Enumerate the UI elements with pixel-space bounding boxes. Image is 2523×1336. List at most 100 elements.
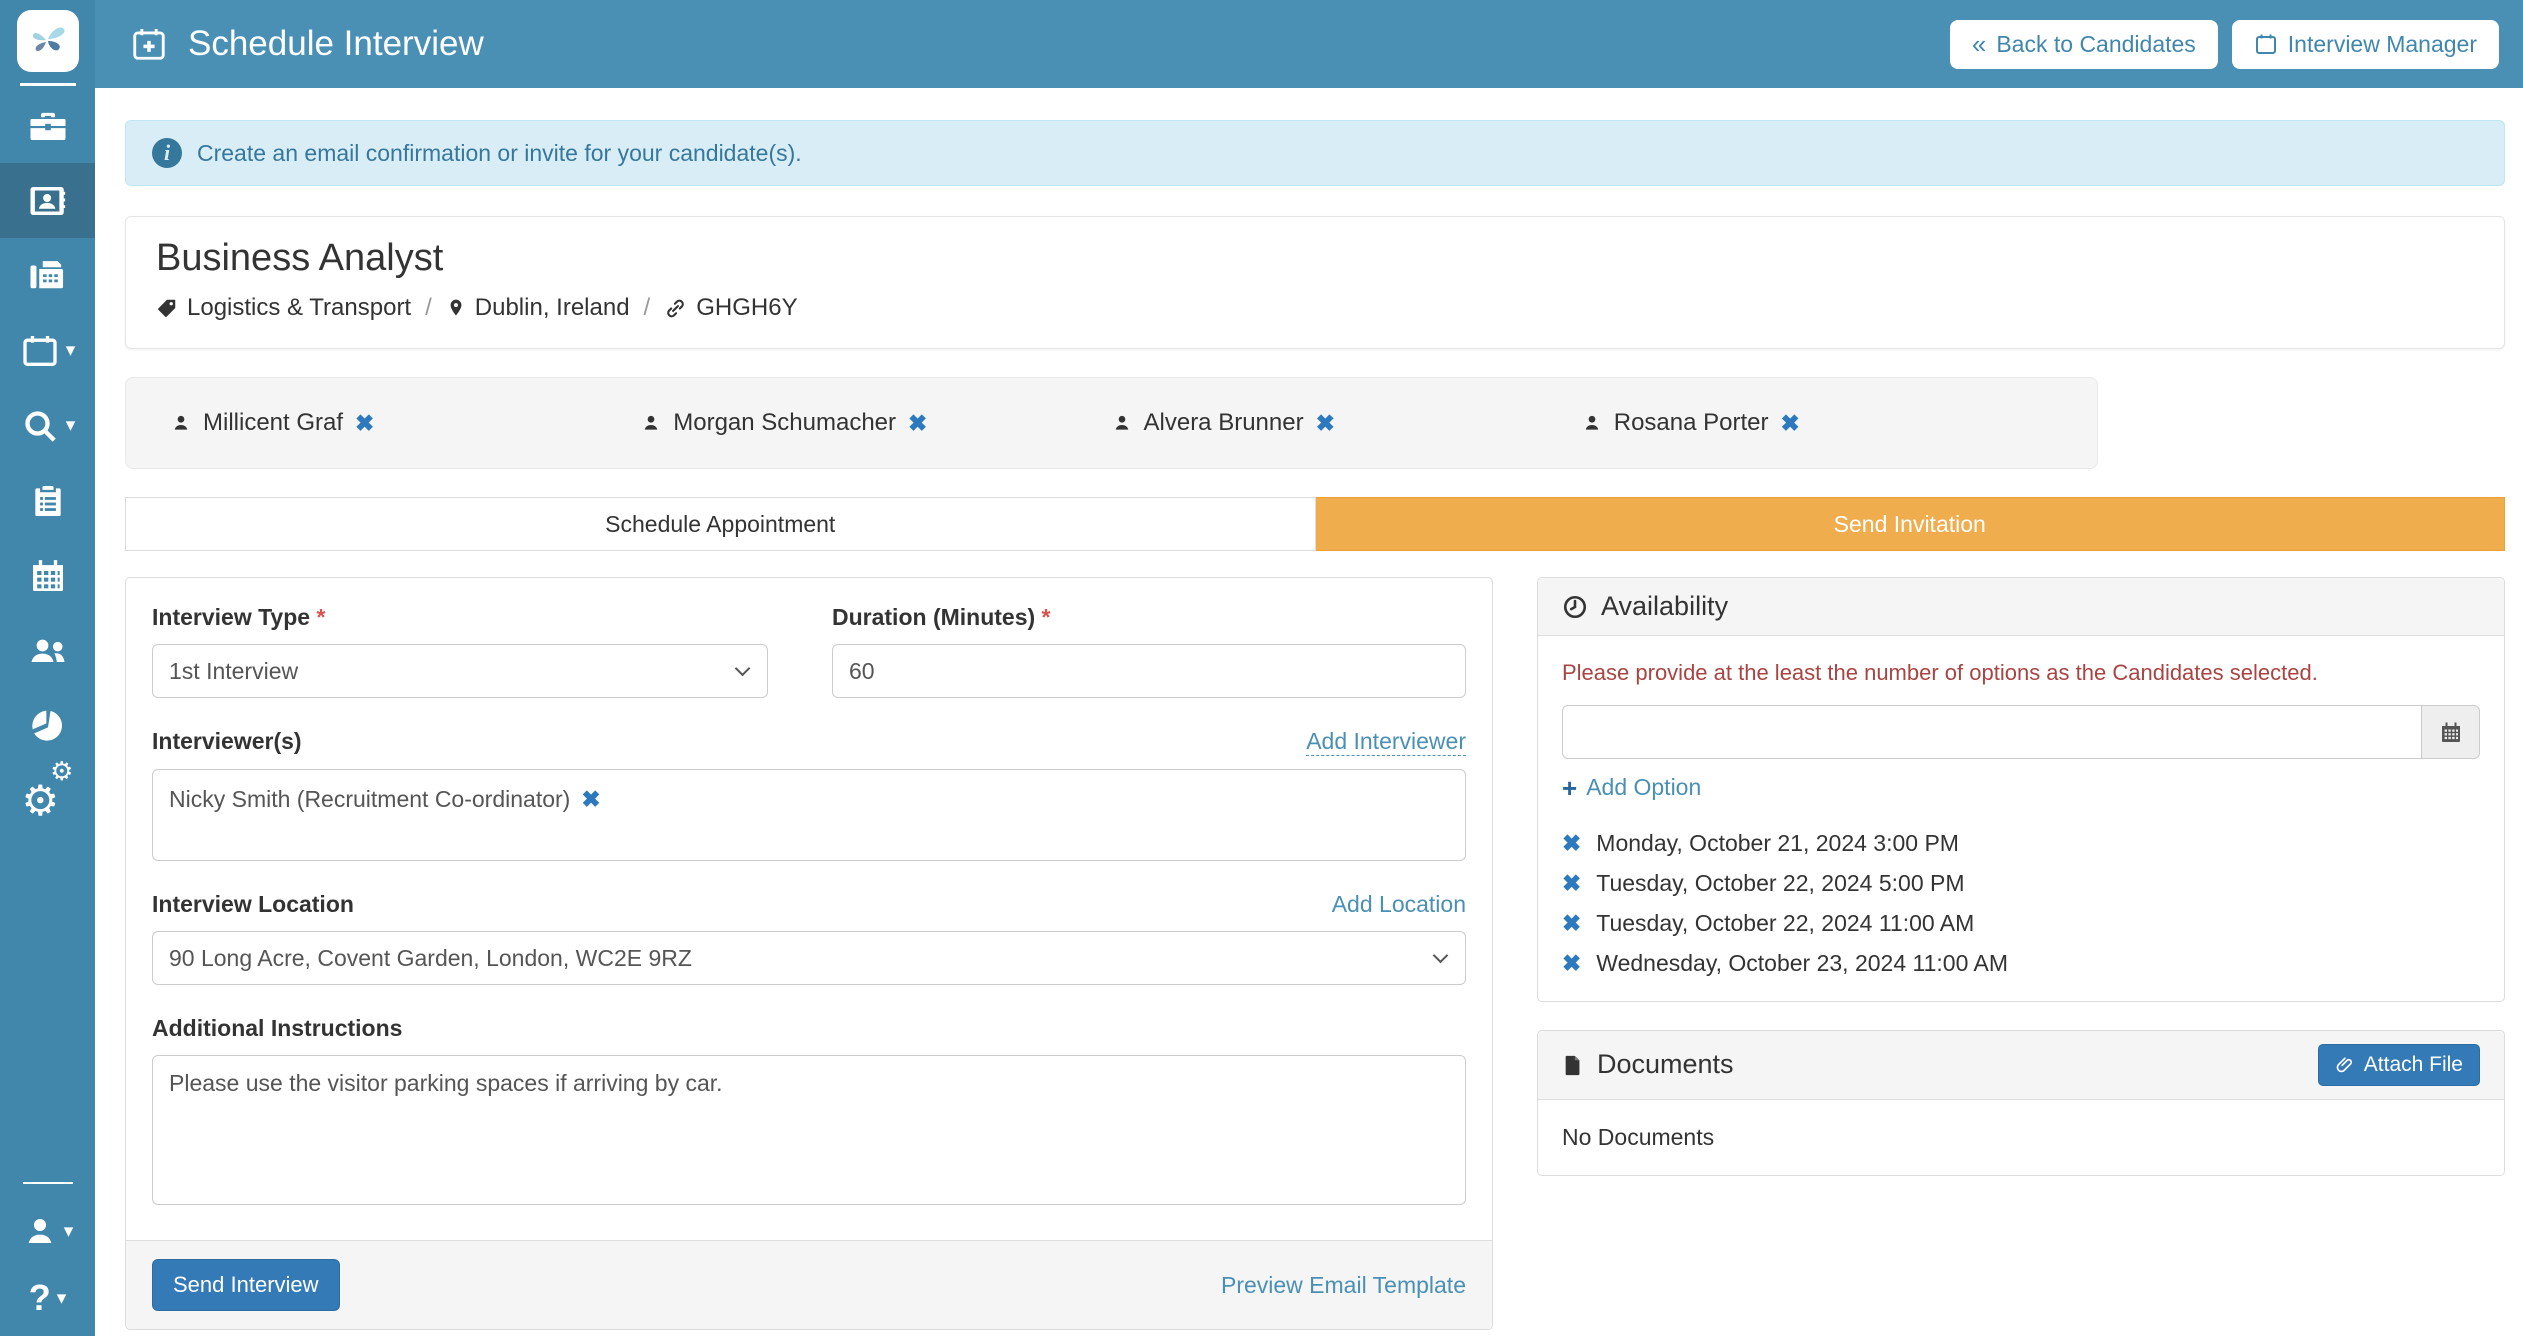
butterfly-logo-icon [26,19,70,63]
remove-option-icon[interactable]: ✖ [1562,952,1581,975]
add-location-link[interactable]: Add Location [1332,891,1466,918]
search-icon [20,406,60,446]
availability-body: Please provide at the least the number o… [1538,636,2504,1001]
double-left-angle-icon: « [1972,31,1986,57]
interviewer-chip: Nicky Smith (Recruitment Co-ordinator) ✖ [169,786,601,813]
interview-type-label: Interview Type * [152,604,768,631]
availability-option-text: Wednesday, October 23, 2024 11:00 AM [1596,950,2008,977]
calendar-icon [20,331,60,371]
sidebar-nav: ▾ ▾ [0,88,95,838]
availability-options-list: ✖ Monday, October 21, 2024 3:00 PM ✖ Tue… [1562,830,2480,977]
sidebar-item-planner[interactable] [0,538,95,613]
tab-schedule-appointment[interactable]: Schedule Appointment [125,497,1316,551]
remove-option-icon[interactable]: ✖ [1562,912,1581,935]
interviewer-name: Nicky Smith (Recruitment Co-ordinator) [169,786,570,813]
user-icon [641,412,661,434]
sidebar-item-tasks[interactable] [0,463,95,538]
schedule-interview-page: Schedule Interview « Back to Candidates … [0,0,2523,1336]
clock-icon [1562,594,1588,620]
meta-separator: / [644,294,651,322]
sidebar: ▾ ▾ [0,0,95,1336]
remove-interviewer-icon[interactable]: ✖ [581,788,600,811]
interview-location-label: Interview Location [152,891,354,918]
required-asterisk: * [316,604,325,630]
page-title-text: Schedule Interview [188,24,484,64]
job-sector: Logistics & Transport [156,294,411,322]
question-icon: ? [29,1277,51,1319]
interview-form-card: Interview Type * 1st Interview [125,577,1493,1330]
sidebar-item-search[interactable]: ▾ [0,388,95,463]
chevron-down-icon: ▾ [66,339,76,362]
interview-location-select[interactable]: 90 Long Acre, Covent Garden, London, WC2… [152,931,1466,985]
availability-date-input[interactable] [1562,705,2422,759]
type-duration-row: Interview Type * 1st Interview [152,604,1466,698]
availability-option: ✖ Tuesday, October 22, 2024 11:00 AM [1562,910,2480,937]
job-meta: Logistics & Transport / Dublin, Ireland … [156,294,2474,322]
required-asterisk: * [1042,604,1051,630]
interviewers-label: Interviewer(s) [152,728,302,755]
remove-candidate-icon[interactable]: ✖ [908,412,927,435]
preview-email-template-link[interactable]: Preview Email Template [1221,1272,1466,1299]
sidebar-item-reports[interactable] [0,688,95,763]
availability-option-text: Monday, October 21, 2024 3:00 PM [1596,830,1959,857]
candidate-chip: Rosana Porter ✖ [1582,409,2052,437]
user-icon [171,412,191,434]
remove-candidate-icon[interactable]: ✖ [355,412,374,435]
documents-body: No Documents [1538,1100,2504,1175]
interview-form-body: Interview Type * 1st Interview [126,578,1492,1240]
pie-chart-icon [28,706,68,746]
availability-option-text: Tuesday, October 22, 2024 5:00 PM [1596,870,1964,897]
availability-warning: Please provide at the least the number o… [1562,660,2480,686]
back-to-candidates-button[interactable]: « Back to Candidates [1950,20,2218,69]
header-actions: « Back to Candidates Interview Manager [1950,20,2499,69]
sidebar-item-phonebook[interactable] [0,238,95,313]
add-interviewer-link[interactable]: Add Interviewer [1306,728,1466,756]
sidebar-item-account[interactable]: ▾ [0,1196,95,1266]
info-alert: i Create an email confirmation or invite… [125,120,2505,186]
interviewers-label-row: Interviewer(s) Add Interviewer [152,728,1466,756]
selected-candidates-bar: Millicent Graf ✖ Morgan Schumacher ✖ Alv… [125,377,2098,469]
sidebar-item-calendar[interactable]: ▾ [0,313,95,388]
sidebar-item-settings[interactable]: ⚙ ⚙ [0,763,95,838]
paperclip-icon [2335,1055,2355,1075]
no-documents-text: No Documents [1562,1124,2480,1151]
file-icon [1562,1052,1584,1078]
datepicker-addon[interactable] [2422,705,2480,759]
documents-panel: Documents Attach File No Documents [1537,1030,2505,1176]
remove-candidate-icon[interactable]: ✖ [1316,412,1335,435]
documents-title: Documents [1597,1049,1734,1080]
sidebar-item-candidates[interactable] [0,163,95,238]
app-logo[interactable] [17,10,79,72]
interviewers-box[interactable]: Nicky Smith (Recruitment Co-ordinator) ✖ [152,769,1466,861]
availability-option: ✖ Wednesday, October 23, 2024 11:00 AM [1562,950,2480,977]
candidate-name: Alvera Brunner [1144,409,1304,437]
duration-input[interactable] [832,644,1466,698]
interview-type-select[interactable]: 1st Interview [152,644,768,698]
right-column: Availability Please provide at the least… [1537,577,2505,1176]
top-header: Schedule Interview « Back to Candidates … [0,0,2523,88]
tab-send-invitation[interactable]: Send Invitation [1316,497,2506,551]
calendar-icon [2439,720,2463,744]
sidebar-item-people[interactable] [0,613,95,688]
availability-option: ✖ Monday, October 21, 2024 3:00 PM [1562,830,2480,857]
add-option-link[interactable]: + Add Option [1562,774,1701,801]
additional-instructions-textarea[interactable]: Please use the visitor parking spaces if… [152,1055,1466,1205]
availability-header: Availability [1538,578,2504,636]
job-title: Business Analyst [156,237,2474,280]
remove-option-icon[interactable]: ✖ [1562,832,1581,855]
location-pin-icon [446,296,466,320]
job-card: Business Analyst Logistics & Transport / [125,216,2505,349]
candidate-name: Morgan Schumacher [673,409,896,437]
candidate-chip: Alvera Brunner ✖ [1112,409,1582,437]
documents-header: Documents Attach File [1538,1031,2504,1100]
availability-datepicker-group [1562,705,2480,759]
remove-candidate-icon[interactable]: ✖ [1781,412,1800,435]
additional-instructions-label: Additional Instructions [152,1015,402,1042]
attach-file-button[interactable]: Attach File [2318,1044,2480,1086]
sidebar-item-jobs[interactable] [0,88,95,163]
candidate-chip: Morgan Schumacher ✖ [641,409,1111,437]
sidebar-item-help[interactable]: ? ▾ [0,1266,95,1330]
send-interview-button[interactable]: Send Interview [152,1259,340,1311]
remove-option-icon[interactable]: ✖ [1562,872,1581,895]
interview-manager-button[interactable]: Interview Manager [2232,20,2499,69]
